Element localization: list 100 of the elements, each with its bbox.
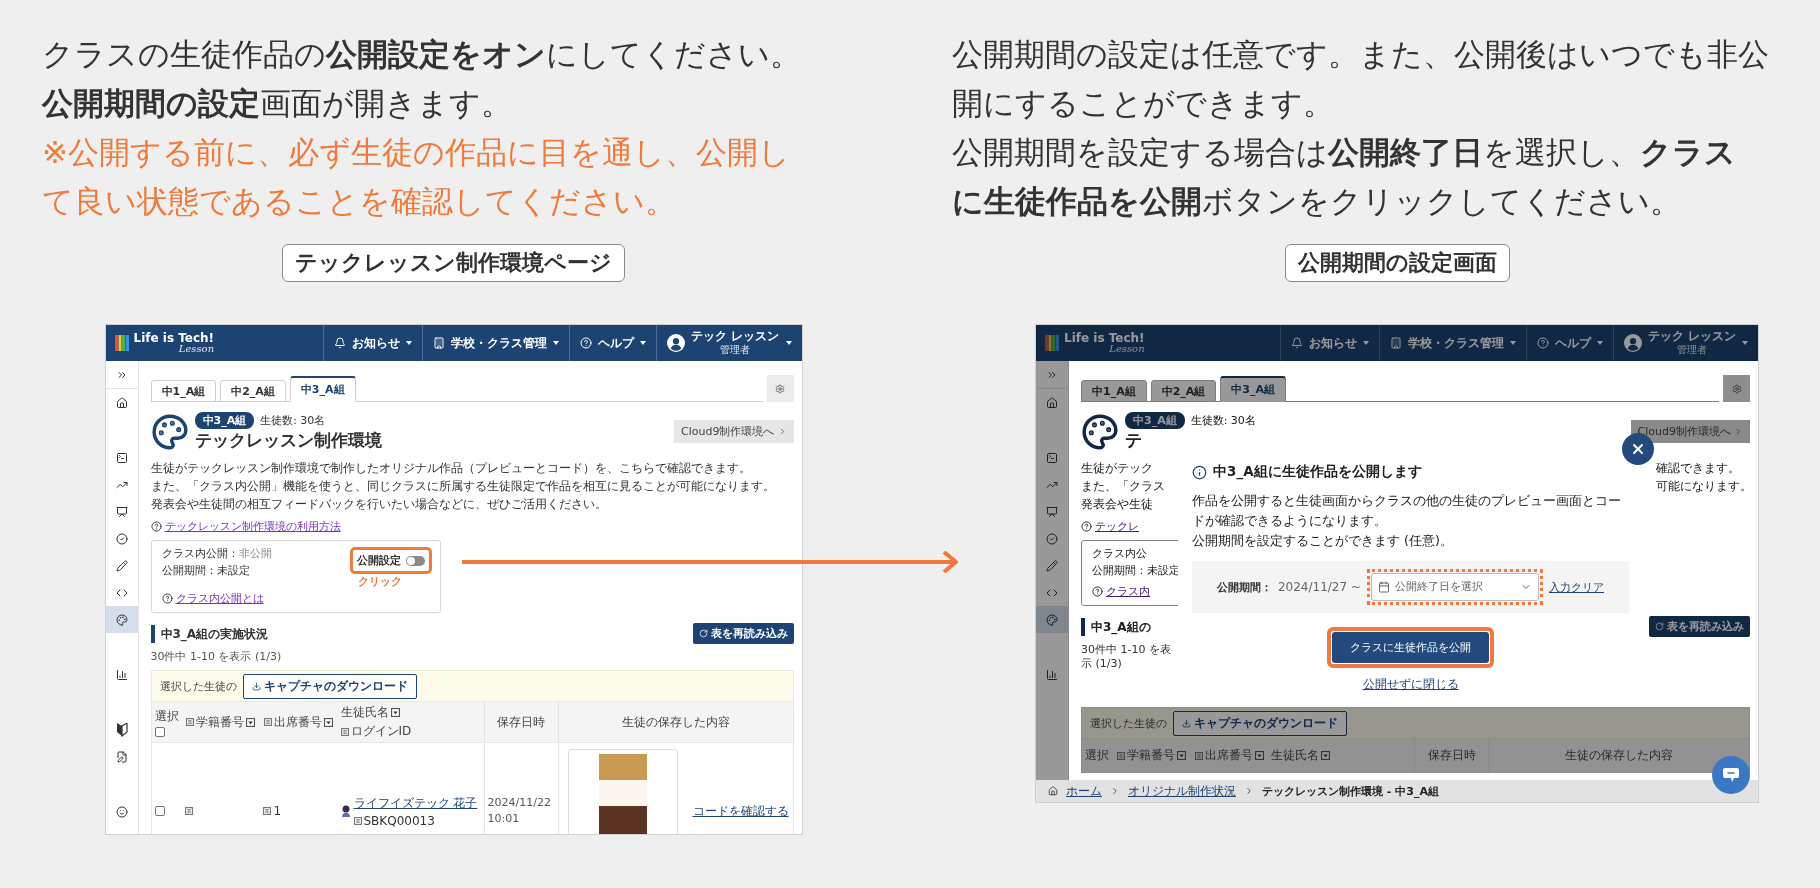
home-icon [1048,786,1058,796]
caret-icon [785,341,792,345]
breadcrumb-link[interactable]: オリジナル制作状況 [1128,782,1236,800]
info-icon [1192,464,1207,480]
attendance-number: 1 [273,804,282,818]
section-heading: 中3_A組の実施状況 [150,624,269,643]
section-heading: 中3_A組の [1081,617,1151,636]
sort-icon[interactable] [246,717,255,727]
help-icon [580,337,593,349]
close-icon [1630,441,1646,457]
download-button[interactable]: キャプチャのダウンロード [242,673,417,699]
help-link[interactable]: クラス内公開とは [175,591,264,606]
chevron-right-icon [1734,427,1743,436]
dialog-message: 作品を公開すると生徒画面からクラスの他の生徒のプレビュー画面とコードが確認できるようになります。 [1192,492,1622,530]
column-header: 学籍番号 [196,713,244,731]
login-id-text: SBKQ00013 [363,813,435,828]
end-date-picker[interactable]: 公開終了日を選択 [1371,573,1539,601]
header-menu-button[interactable]: 学校・クラス管理 [422,325,570,361]
reload-button[interactable]: 表を再読み込み [1649,616,1750,637]
help-link[interactable]: テックレッスン制作環境の利用方法 [164,519,341,534]
cloud9-button[interactable]: Cloud9制作環境へ [1630,420,1750,443]
leaf-mark-icon [115,722,128,737]
sort-icon[interactable] [324,717,333,727]
palette-icon [1046,613,1058,626]
screen-caption: 公開期間の設定画面 [1284,244,1510,282]
description-text: また、「クラス内公開」機能を使うと、同じクラスに所属する生徒限定で作品を相互に見ることが可能になります。 [150,478,775,495]
caret-icon [1742,341,1748,345]
class-tab[interactable]: 中1_A組 [150,380,217,402]
reload-button[interactable]: 表を再読み込み [692,623,794,644]
view-code-link[interactable]: コードを確認する [692,802,789,820]
pencil-icon [115,559,128,572]
help-link[interactable]: テックレ [1095,519,1139,534]
logo-text: Life is Tech! [1064,332,1145,344]
avatar-icon [340,805,351,817]
presentation-board-icon [115,505,128,518]
class-tab[interactable]: 中1_A組 [1081,380,1147,402]
header-menu-button[interactable]: お知らせ [323,325,423,361]
breadcrumb-link[interactable]: ホーム [1066,782,1102,800]
palette-icon [150,412,189,451]
publish-status-text: クラス内公開：非公開 [161,547,272,561]
page-title: テックレッスン制作環境 [194,429,382,451]
screen-caption: テックレッスン制作環境ページ [282,244,625,282]
column-header: ログインID [350,723,412,740]
avatar-icon [1623,334,1642,352]
sort-icon[interactable] [390,708,400,717]
description-text: 可能になります。 [1656,478,1750,495]
column-header: 生徒の保存した内容 [1565,747,1673,764]
sort-icon[interactable] [1321,751,1330,760]
chat-bubble-icon [1722,767,1740,783]
toggle-switch[interactable] [405,555,425,566]
help-icon [1081,521,1092,532]
reload-icon [1655,622,1664,631]
toggle-label: 公開設定 [356,553,401,568]
description-text: また、「クラス [1081,478,1165,495]
logo-icon [1045,335,1059,351]
header-menu-button[interactable]: ヘルプ [1525,325,1613,361]
id-card-icon [264,718,272,726]
building-icon [433,337,446,349]
column-header: 選択 [1085,747,1109,764]
calendar-icon [1378,581,1390,593]
help-icon [1092,586,1103,597]
user-menu-button[interactable]: テック レッスン 管理者 [656,325,802,361]
cloud9-button[interactable]: Cloud9制作環境へ [674,420,794,443]
class-tab[interactable]: 中2_A組 [1150,380,1217,402]
class-tab[interactable]: 中3_A組 [289,376,356,402]
settings-button[interactable] [766,375,794,402]
close-without-publishing-link[interactable]: 公開せずに閉じる [1362,676,1459,693]
student-name-link[interactable]: ライフイズテック 花子 [353,794,478,812]
download-icon [1182,718,1191,728]
clear-input-link[interactable]: 入力クリア [1549,579,1604,595]
building-icon [1389,337,1402,349]
class-tab[interactable]: 中3_A組 [1220,376,1286,402]
sort-icon[interactable] [1176,751,1186,760]
check-circle-icon [115,532,128,545]
header-menu-button[interactable]: お知らせ [1279,325,1379,361]
terminal-icon [115,451,128,464]
header-menu-button[interactable]: ヘルプ [569,325,657,361]
palette-icon [115,613,128,626]
class-tab[interactable]: 中2_A組 [220,380,286,402]
avatar-icon [667,334,686,352]
user-menu-button[interactable]: テック レッスン 管理者 [1612,325,1758,361]
header-menu-button[interactable]: 学校・クラス管理 [1378,325,1526,361]
column-header: 学籍番号 [1126,747,1175,764]
breadcrumb-current: テックレッスン制作環境 - 中3_A組 [1262,783,1439,799]
download-button[interactable]: キャプチャのダウンロード [1173,710,1347,736]
description-text: 生徒がテック [1081,460,1153,477]
caret-icon [1362,341,1369,345]
publish-button[interactable]: クラスに生徒作品を公開 [1332,632,1489,663]
id-card-icon [186,718,194,726]
close-button[interactable] [1622,433,1654,465]
help-link[interactable]: クラス内 [1106,584,1150,599]
checkbox[interactable] [154,726,165,737]
terminal-icon [1046,451,1058,464]
caret-icon [1596,341,1603,345]
chevron-right-icon [1244,786,1254,796]
class-badge: 中3_A組 [1125,412,1185,429]
instruction-text: て良い状態であることを確認してください。 [42,182,676,221]
checkbox[interactable] [154,806,165,816]
id-card-icon [1116,751,1125,760]
sort-icon[interactable] [1254,751,1264,760]
